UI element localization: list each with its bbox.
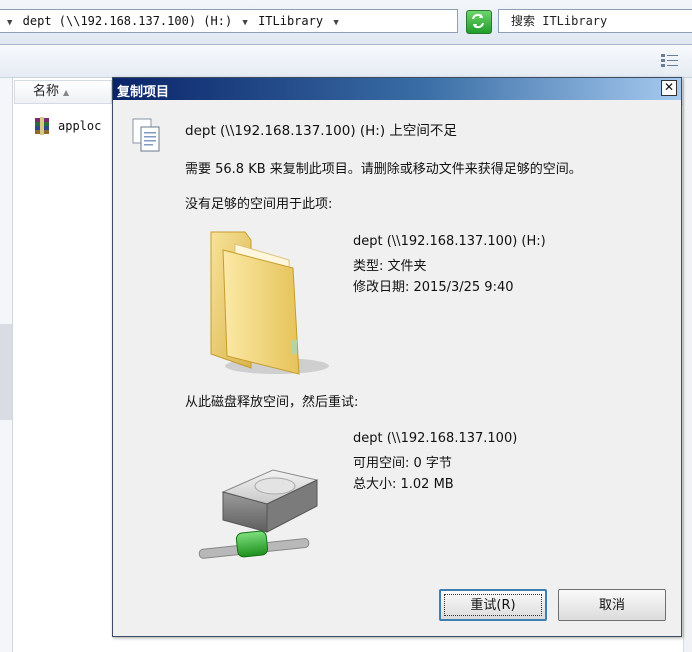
drive-total-size: 总大小: 1.02 MB bbox=[353, 477, 454, 492]
drive-free-space: 可用空间: 0 字节 bbox=[353, 456, 452, 471]
focus-ring bbox=[444, 594, 542, 616]
dialog-heading: dept (\\192.168.137.100) (H:) 上空间不足 bbox=[185, 123, 457, 139]
close-icon: ✕ bbox=[663, 80, 675, 94]
archive-file-icon bbox=[35, 117, 49, 135]
search-input[interactable]: 搜索 ITLibrary bbox=[498, 9, 692, 33]
view-options-icon[interactable] bbox=[660, 53, 680, 69]
chevron-down-icon[interactable]: ▼ bbox=[7, 18, 12, 28]
address-bar-area: ▼ dept (\\192.168.137.100) (H:) ▼ ITLibr… bbox=[0, 0, 692, 45]
copy-documents-icon bbox=[132, 118, 160, 152]
dialog-message: 需要 56.8 KB 来复制此项目。请删除或移动文件来获得足够的空间。 bbox=[185, 162, 582, 177]
chevron-down-icon[interactable]: ▼ bbox=[333, 18, 338, 28]
retry-button[interactable]: 重试(R) bbox=[439, 589, 547, 621]
column-header-label: 名称 bbox=[33, 84, 60, 99]
navigation-pane-scroll[interactable] bbox=[0, 324, 12, 420]
folder-modified: 修改日期: 2015/3/25 9:40 bbox=[353, 280, 514, 295]
address-input[interactable]: ▼ dept (\\192.168.137.100) (H:) ▼ ITLibr… bbox=[0, 9, 458, 33]
refresh-icon bbox=[472, 13, 484, 29]
folder-icon bbox=[210, 231, 329, 375]
navigation-pane[interactable] bbox=[0, 78, 13, 652]
close-button[interactable]: ✕ bbox=[661, 80, 677, 96]
file-name: apploc bbox=[58, 119, 102, 133]
free-space-label: 从此磁盘释放空间，然后重试: bbox=[185, 395, 359, 410]
column-header-name[interactable]: 名称 ▲ bbox=[14, 80, 112, 104]
toolbar bbox=[0, 45, 692, 78]
refresh-button[interactable] bbox=[466, 10, 492, 34]
breadcrumb-folder[interactable]: ITLibrary bbox=[258, 10, 323, 32]
breadcrumb-drive[interactable]: dept (\\192.168.137.100) (H:) bbox=[23, 10, 233, 32]
copy-item-dialog: 复制项目 ✕ dept (\\192.168.137.100) (H:) 上空间… bbox=[112, 77, 682, 637]
chevron-down-icon[interactable]: ▼ bbox=[242, 18, 247, 28]
sort-ascending-icon: ▲ bbox=[63, 88, 70, 97]
folder-name: dept (\\192.168.137.100) (H:) bbox=[353, 234, 546, 249]
dialog-body: dept (\\192.168.137.100) (H:) 上空间不足 需要 5… bbox=[113, 100, 681, 636]
drive-name: dept (\\192.168.137.100) bbox=[353, 431, 518, 446]
vertical-scrollbar[interactable] bbox=[683, 78, 692, 652]
insufficient-space-label: 没有足够的空间用于此项: bbox=[185, 197, 333, 212]
dialog-titlebar[interactable]: 复制项目 ✕ bbox=[113, 78, 681, 100]
cancel-button[interactable]: 取消 bbox=[558, 589, 666, 621]
network-drive-icon bbox=[198, 469, 319, 559]
folder-type: 类型: 文件夹 bbox=[353, 259, 427, 274]
dialog-title: 复制项目 bbox=[117, 85, 170, 100]
list-item[interactable]: apploc bbox=[34, 116, 101, 136]
